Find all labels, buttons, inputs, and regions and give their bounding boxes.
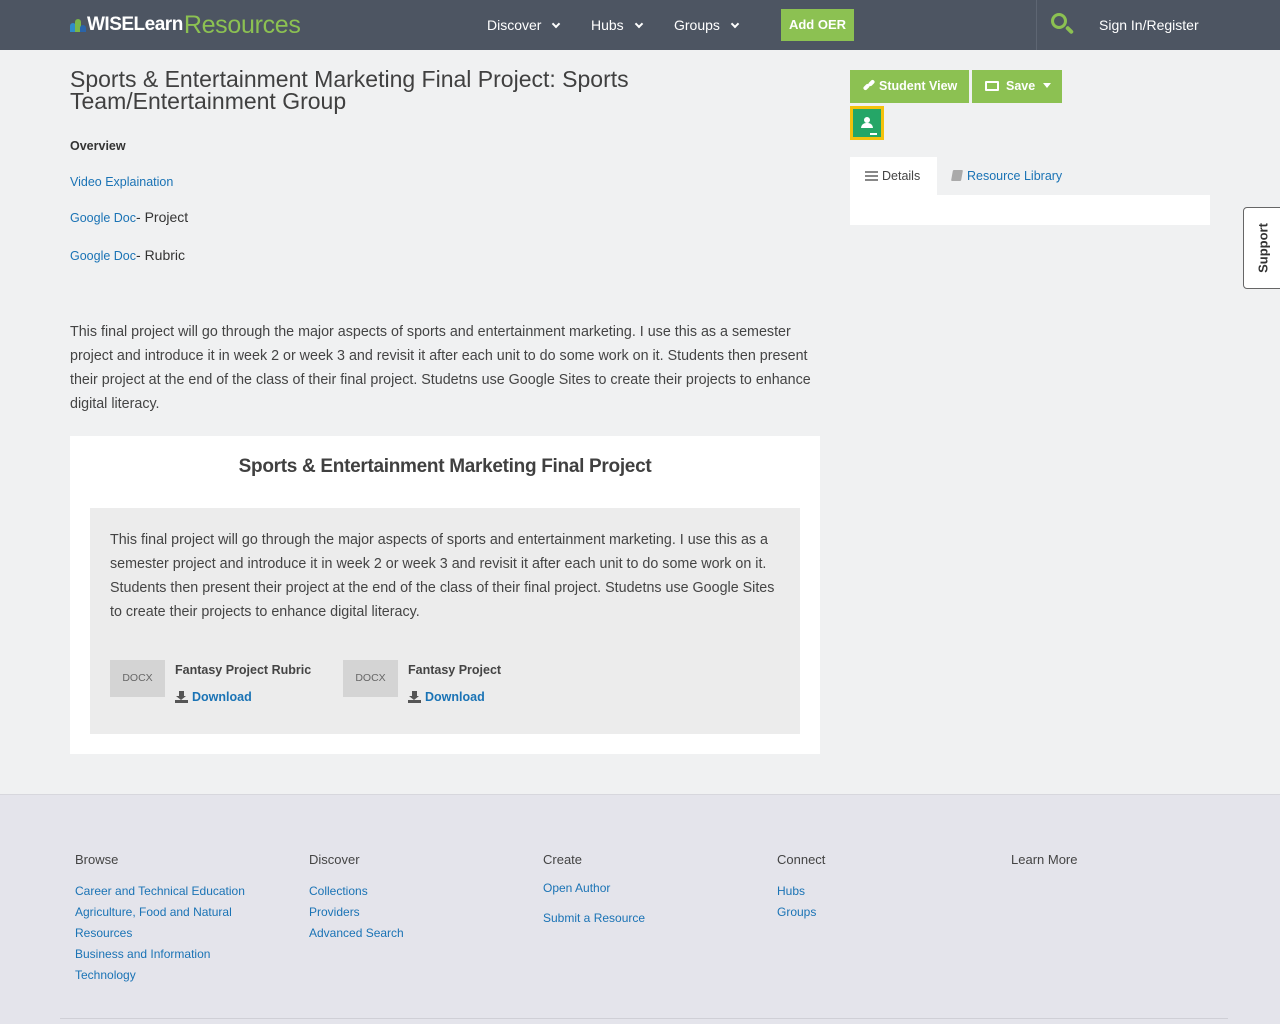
link-icon bbox=[862, 79, 876, 91]
footer-divider bbox=[60, 1018, 1228, 1019]
google-doc-rubric-link[interactable]: Google Doc bbox=[70, 249, 136, 263]
file-name: Fantasy Project bbox=[408, 663, 502, 677]
page-title: Sports & Entertainment Marketing Final P… bbox=[70, 66, 629, 114]
download-icon bbox=[408, 691, 421, 703]
download-icon bbox=[175, 691, 188, 703]
book-icon bbox=[951, 170, 963, 181]
footer-heading: Learn More bbox=[1011, 852, 1078, 867]
overview-link-row: Google Doc- Rubric bbox=[70, 247, 185, 263]
link-suffix: - Project bbox=[136, 209, 189, 225]
footer-heading: Browse bbox=[75, 852, 119, 867]
footer-col-discover: Discover Collections Providers Advanced … bbox=[309, 852, 489, 944]
search-icon[interactable] bbox=[1050, 12, 1075, 36]
nav-groups-label: Groups bbox=[674, 17, 720, 33]
site-logo[interactable]: WISELearn Resources bbox=[70, 10, 301, 39]
overview-link-row: Google Doc- Project bbox=[70, 209, 188, 225]
footer-link[interactable]: Groups bbox=[777, 902, 957, 923]
site-footer: Browse Career and Technical Education Ag… bbox=[0, 794, 1280, 1024]
signin-register-link[interactable]: Sign In/Register bbox=[1099, 0, 1199, 50]
nav-groups[interactable]: Groups bbox=[674, 0, 740, 50]
footer-heading: Connect bbox=[777, 852, 826, 867]
footer-link[interactable]: Collections bbox=[309, 881, 489, 902]
footer-link[interactable]: Career and Technical Education bbox=[75, 881, 255, 902]
top-navbar: WISELearn Resources Discover Hubs Groups… bbox=[0, 0, 1280, 50]
footer-link[interactable]: Business and Information Technology bbox=[75, 944, 255, 986]
nav-discover[interactable]: Discover bbox=[487, 0, 561, 50]
footer-heading: Discover bbox=[309, 852, 360, 867]
footer-link[interactable]: Submit a Resource bbox=[543, 903, 723, 933]
footer-col-connect: Connect Hubs Groups bbox=[777, 852, 957, 923]
chevron-down-icon bbox=[634, 19, 643, 29]
overview-link-row: Video Explaination bbox=[70, 173, 173, 189]
nav-discover-label: Discover bbox=[487, 17, 542, 33]
save-label: Save bbox=[1006, 79, 1036, 93]
details-panel bbox=[850, 195, 1210, 225]
add-oer-button[interactable]: Add OER bbox=[781, 9, 854, 41]
overview-heading: Overview bbox=[70, 139, 126, 153]
logo-secondary-text: Resources bbox=[183, 10, 301, 39]
google-doc-project-link[interactable]: Google Doc bbox=[70, 211, 136, 225]
footer-col-browse: Browse Career and Technical Education Ag… bbox=[75, 852, 255, 986]
resource-description: This final project will go through the m… bbox=[70, 324, 811, 412]
footer-col-create: Create Open Author Submit a Resource bbox=[543, 852, 723, 933]
card-title: Sports & Entertainment Marketing Final P… bbox=[238, 456, 652, 477]
footer-col-learn-more: Learn More bbox=[1011, 852, 1191, 881]
card-body: This final project will go through the m… bbox=[90, 508, 800, 734]
resource-card: Sports & Entertainment Marketing Final P… bbox=[70, 436, 820, 754]
footer-link[interactable]: Hubs bbox=[777, 881, 957, 902]
folder-open-icon bbox=[985, 81, 999, 91]
tab-resource-library[interactable]: Resource Library bbox=[937, 157, 1062, 195]
download-link[interactable]: Download bbox=[408, 690, 485, 704]
student-view-label: Student View bbox=[879, 79, 958, 93]
tab-resource-library-label: Resource Library bbox=[967, 169, 1063, 183]
download-label: Download bbox=[425, 690, 485, 704]
save-dropdown-button[interactable]: Save bbox=[972, 70, 1062, 103]
footer-link[interactable]: Advanced Search bbox=[309, 923, 489, 944]
tab-details-label: Details bbox=[882, 169, 921, 183]
file-name: Fantasy Project Rubric bbox=[175, 663, 312, 677]
file-type-badge: DOCX bbox=[343, 660, 398, 697]
footer-link[interactable]: Agriculture, Food and Natural Resources bbox=[75, 902, 255, 944]
caret-down-icon bbox=[1043, 83, 1052, 88]
file-type-badge: DOCX bbox=[110, 660, 165, 697]
download-label: Download bbox=[192, 690, 252, 704]
google-classroom-share-button[interactable] bbox=[850, 106, 884, 140]
chevron-down-icon bbox=[730, 19, 740, 29]
video-explanation-link[interactable]: Video Explaination bbox=[70, 175, 173, 189]
header-divider bbox=[1036, 0, 1037, 50]
footer-heading: Create bbox=[543, 852, 583, 867]
logo-mark-icon bbox=[70, 18, 86, 32]
resource-tabs: Details Resource Library bbox=[850, 157, 1210, 195]
chevron-down-icon bbox=[552, 19, 561, 29]
nav-hubs[interactable]: Hubs bbox=[591, 0, 643, 50]
logo-primary-text: WISELearn bbox=[87, 14, 183, 35]
support-label: Support bbox=[1255, 223, 1271, 273]
card-description: This final project will go through the m… bbox=[110, 532, 775, 620]
list-icon bbox=[865, 171, 878, 181]
student-view-button[interactable]: Student View bbox=[850, 70, 969, 103]
google-classroom-icon bbox=[853, 109, 881, 137]
link-suffix: - Rubric bbox=[136, 247, 186, 263]
nav-hubs-label: Hubs bbox=[591, 17, 624, 33]
support-tab-button[interactable]: Support bbox=[1243, 207, 1280, 289]
footer-link[interactable]: Providers bbox=[309, 902, 489, 923]
tab-details[interactable]: Details bbox=[850, 157, 937, 195]
footer-link[interactable]: Open Author bbox=[543, 873, 723, 903]
download-link[interactable]: Download bbox=[175, 690, 252, 704]
